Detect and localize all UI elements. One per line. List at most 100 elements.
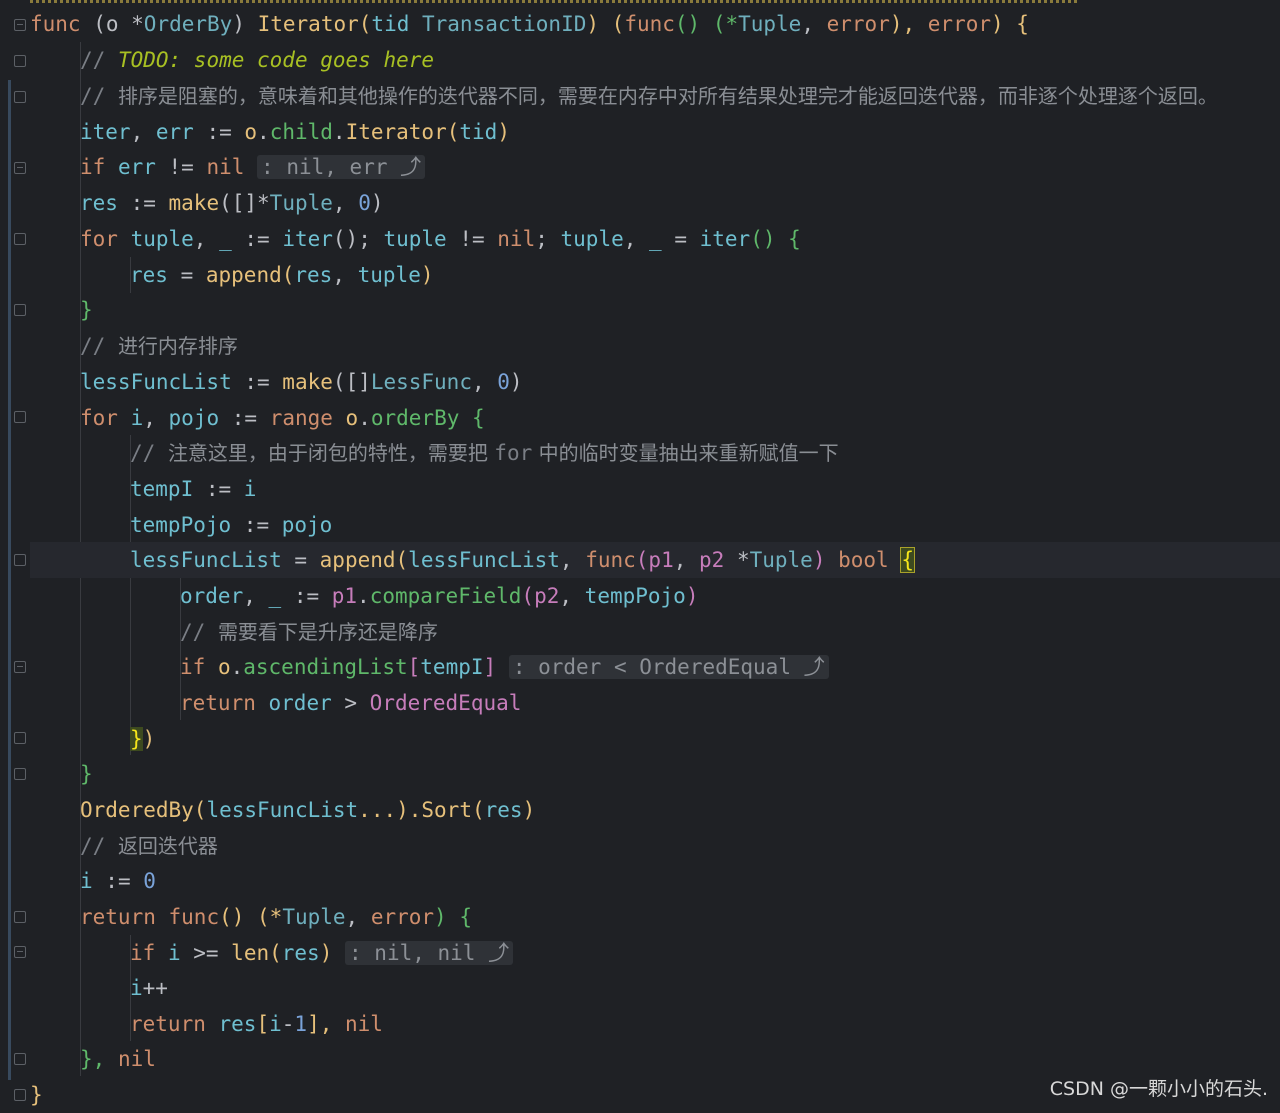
code-line[interactable]: // 注意这里，由于闭包的特性，需要把 for 中的临时变量抽出来重新赋值一下	[30, 435, 1280, 471]
folded-code-hint[interactable]: : nil, err ⤴	[257, 155, 426, 179]
fold-marker-icon[interactable]	[14, 554, 26, 566]
code-token: ...).	[358, 798, 422, 822]
code-token: >	[331, 691, 370, 715]
code-token: bool	[838, 548, 889, 572]
fold-marker-icon[interactable]	[14, 661, 26, 673]
code-token: ),	[889, 12, 928, 36]
fold-marker-icon[interactable]	[14, 162, 26, 174]
code-line[interactable]: for i, pojo := range o.orderBy {	[30, 400, 1280, 436]
code-line[interactable]: i++	[30, 970, 1280, 1006]
code-token: return	[180, 691, 269, 715]
code-token: :=	[117, 191, 169, 215]
code-token: func	[585, 548, 636, 572]
folded-code-hint[interactable]: : nil, nil ⤴	[345, 941, 514, 965]
code-line[interactable]: OrderedBy(lessFuncList...).Sort(res)	[30, 792, 1280, 828]
code-token: iter	[80, 120, 131, 144]
code-line[interactable]: if i >= len(res) : nil, nil ⤴	[30, 935, 1280, 971]
code-token: }	[80, 298, 93, 322]
code-token: )	[319, 941, 333, 965]
fold-marker-icon[interactable]	[14, 91, 26, 103]
comment-token: //	[80, 48, 118, 72]
code-token: ,	[143, 406, 169, 430]
code-token: :=	[231, 513, 282, 537]
code-token: for	[80, 406, 131, 430]
folded-code-hint[interactable]: : order < OrderedEqual ⤴	[508, 655, 829, 679]
code-token: (	[193, 798, 207, 822]
code-line[interactable]: res = append(res, tuple)	[30, 257, 1280, 293]
code-line[interactable]: }	[30, 292, 1280, 328]
code-token: !=	[446, 227, 498, 251]
code-token: )	[420, 263, 434, 287]
code-token: ,	[130, 120, 156, 144]
fold-marker-icon[interactable]	[14, 732, 26, 744]
code-token: Tuple	[282, 905, 346, 929]
fold-marker-icon[interactable]	[14, 1089, 26, 1101]
fold-marker-icon[interactable]	[14, 911, 26, 923]
code-token: p1	[648, 548, 674, 572]
code-token: LessFunc	[370, 370, 472, 394]
code-line[interactable]: if err != nil : nil, err ⤴	[30, 149, 1280, 185]
code-token: (	[281, 263, 295, 287]
current-code-line[interactable]: lessFuncList = append(lessFuncList, func…	[30, 542, 1280, 578]
matched-brace-cursor[interactable]: {	[900, 547, 915, 573]
code-token: ]	[483, 655, 497, 679]
code-line[interactable]: // 排序是阻塞的，意味着和其他操作的迭代器不同，需要在内存中对所有结果处理完才…	[30, 78, 1280, 114]
fold-marker-icon[interactable]	[14, 768, 26, 780]
matched-brace: }	[130, 727, 143, 751]
code-line[interactable]: // TODO: some code goes here	[30, 42, 1280, 78]
code-token: ([]*	[219, 191, 270, 215]
code-line[interactable]: for tuple, _ := iter(); tuple != nil; tu…	[30, 221, 1280, 257]
code-token: _	[649, 227, 662, 251]
code-token: ,	[243, 584, 269, 608]
fold-marker-icon[interactable]	[14, 19, 26, 31]
code-line[interactable]: order, _ := p1.compareField(p2, tempPojo…	[30, 578, 1280, 614]
code-line[interactable]: })	[30, 721, 1280, 757]
code-editor[interactable]: func (o *OrderBy) Iterator(tid Transacti…	[0, 0, 1280, 1109]
code-token: p1	[331, 584, 358, 608]
code-token: 1	[294, 1012, 308, 1036]
fold-marker-icon[interactable]	[14, 411, 26, 423]
fold-marker-icon[interactable]	[14, 1053, 26, 1065]
code-line[interactable]: // 返回迭代器	[30, 828, 1280, 864]
code-line[interactable]: i := 0	[30, 863, 1280, 899]
vcs-change-marker[interactable]	[8, 80, 11, 1080]
code-token: [	[407, 655, 421, 679]
code-token: ascendingList	[243, 655, 408, 679]
code-line[interactable]: }, nil	[30, 1041, 1280, 1077]
code-token: iter	[282, 227, 333, 251]
code-token: o	[244, 120, 258, 144]
fold-marker-icon[interactable]	[14, 304, 26, 316]
fold-marker-icon[interactable]	[14, 55, 26, 67]
code-token: .	[358, 406, 371, 430]
code-line[interactable]: tempPojo := pojo	[30, 507, 1280, 543]
code-line[interactable]: // 进行内存排序	[30, 328, 1280, 364]
fold-marker-icon[interactable]	[14, 946, 26, 958]
code-line[interactable]: tempI := i	[30, 471, 1280, 507]
code-token: pojo	[168, 406, 220, 430]
code-line[interactable]: if o.ascendingList[tempI] : order < Orde…	[30, 649, 1280, 685]
fold-marker-icon[interactable]	[14, 233, 26, 245]
code-line[interactable]: lessFuncList := make([]LessFunc, 0)	[30, 364, 1280, 400]
code-line[interactable]: return res[i-1], nil	[30, 1006, 1280, 1042]
code-token: )	[812, 548, 839, 572]
code-token: () (*	[674, 12, 739, 36]
code-token: lessFuncList	[130, 548, 282, 572]
code-token: res	[484, 798, 523, 822]
code-token: nil	[345, 1012, 383, 1036]
code-line[interactable]: // 需要看下是升序还是降序	[30, 614, 1280, 650]
code-token: nil	[497, 227, 536, 251]
code-line[interactable]: res := make([]*Tuple, 0)	[30, 185, 1280, 221]
code-token: Tuple	[749, 548, 813, 572]
code-line[interactable]: return order > OrderedEqual	[30, 685, 1280, 721]
code-token: tuple	[357, 263, 421, 287]
editor-gutter	[0, 0, 30, 1109]
code-token: :=	[231, 227, 283, 251]
code-line[interactable]: return func() (*Tuple, error) {	[30, 899, 1280, 935]
code-token: =	[167, 263, 206, 287]
code-token: TransactionID	[409, 12, 587, 36]
code-line[interactable]: iter, err := o.child.Iterator(tid)	[30, 114, 1280, 150]
code-token: *	[724, 548, 750, 572]
code-line[interactable]: }	[30, 756, 1280, 792]
code-line[interactable]: func (o *OrderBy) Iterator(tid Transacti…	[30, 6, 1280, 42]
